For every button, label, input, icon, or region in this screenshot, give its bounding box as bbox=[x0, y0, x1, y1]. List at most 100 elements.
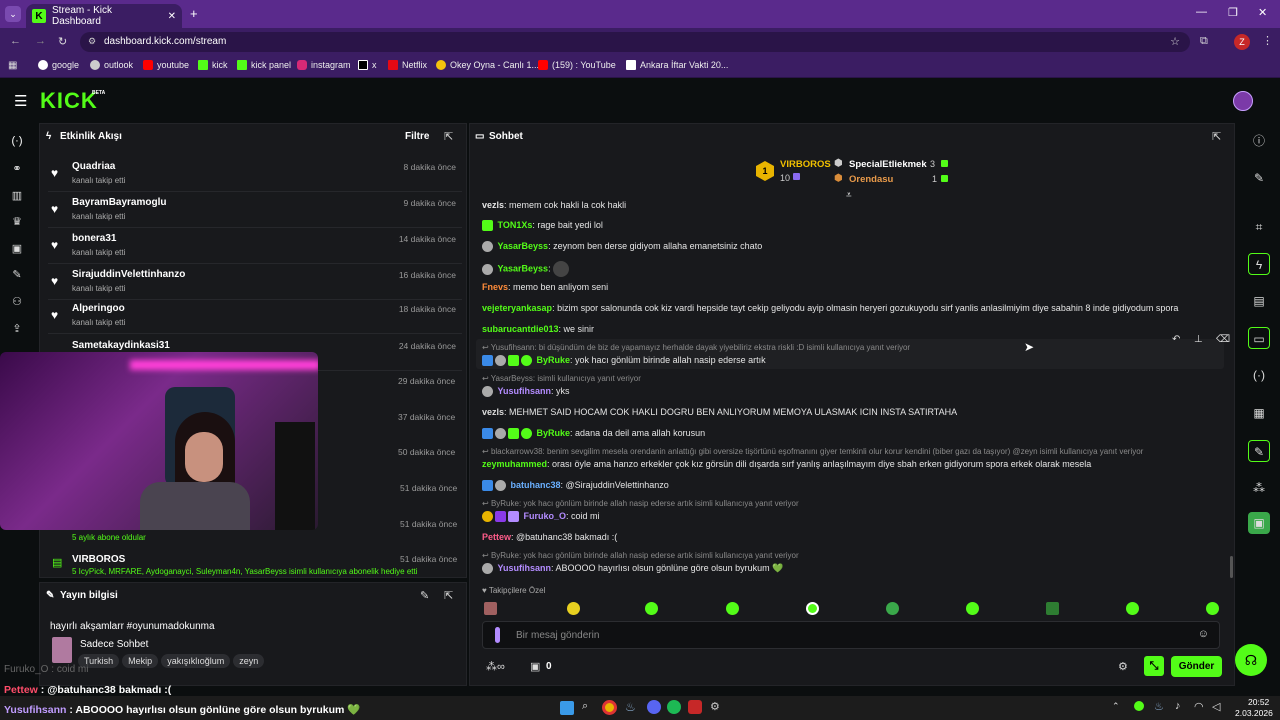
emote-icon[interactable] bbox=[1126, 602, 1139, 615]
analytics-icon[interactable]: ▥ bbox=[8, 189, 26, 207]
bookmark-okey[interactable]: Okey Oyna - Canlı 1... bbox=[436, 60, 539, 70]
tag[interactable]: zeyn bbox=[233, 654, 265, 668]
reply-context[interactable]: ↩ ByRuke: yok hacı gönlüm birinde allah … bbox=[482, 499, 799, 508]
user-avatar[interactable] bbox=[1233, 91, 1253, 111]
tray-app-icon[interactable]: ♨ bbox=[1154, 700, 1164, 713]
spotify-icon[interactable] bbox=[667, 700, 681, 714]
reply-context[interactable]: ↩ YasarBeyss: isimli kullanıcıya yanıt v… bbox=[482, 374, 641, 383]
kick-logo[interactable]: KICK bbox=[40, 88, 98, 114]
emote-icon[interactable] bbox=[1046, 602, 1059, 615]
reply-action-icon[interactable]: ↶ bbox=[1172, 334, 1180, 345]
reload-icon[interactable]: ↻ bbox=[58, 35, 67, 48]
forward-icon[interactable]: → bbox=[35, 35, 46, 47]
filter-button[interactable]: Filtre bbox=[405, 131, 429, 142]
layout-icon[interactable]: ▦ bbox=[1248, 402, 1270, 424]
game-icon[interactable]: ▣ bbox=[1248, 512, 1270, 534]
url-field[interactable]: ⚙ dashboard.kick.com/stream ☆ bbox=[80, 32, 1190, 52]
hamburger-menu-icon[interactable]: ☰ bbox=[14, 92, 27, 110]
back-icon[interactable]: ← bbox=[10, 35, 21, 47]
edit-icon[interactable]: ✎ bbox=[420, 589, 429, 602]
chat-scrollbar[interactable] bbox=[1230, 556, 1233, 578]
steam-icon[interactable]: ♨ bbox=[625, 700, 636, 714]
bookmark-netflix[interactable]: Netflix bbox=[388, 60, 427, 70]
screenshot-icon[interactable]: ⌗ bbox=[1248, 216, 1270, 238]
wrench-icon[interactable]: ✎ bbox=[8, 268, 26, 286]
chat-scroll-area[interactable] bbox=[476, 200, 1228, 580]
channel-points-icon[interactable]: ⁂∞ bbox=[486, 660, 505, 673]
browser-menu-icon[interactable]: ⋮ bbox=[1262, 34, 1273, 47]
search-icon[interactable]: ⌕ bbox=[582, 700, 588, 713]
delete-action-icon[interactable]: ⌫ bbox=[1216, 334, 1230, 345]
bookmark-youtube[interactable]: youtube bbox=[143, 60, 189, 70]
tab-search-button[interactable]: ⌄ bbox=[5, 6, 21, 22]
volume-icon[interactable]: ◁ bbox=[1212, 700, 1220, 713]
chat-emote-logo-icon[interactable]: ⤡ bbox=[1144, 656, 1164, 676]
pen-icon[interactable]: ✎ bbox=[1248, 167, 1270, 189]
emote-icon[interactable] bbox=[567, 602, 580, 615]
chrome-icon[interactable] bbox=[602, 700, 617, 715]
bookmark-star-icon[interactable]: ☆ bbox=[1170, 35, 1180, 48]
bookmark-kick[interactable]: kick bbox=[198, 60, 228, 70]
emote-icon[interactable] bbox=[645, 602, 658, 615]
close-window-icon[interactable]: ✕ bbox=[1258, 6, 1267, 19]
link-icon[interactable]: ⚭ bbox=[8, 162, 26, 180]
start-icon[interactable] bbox=[560, 701, 574, 715]
bookmark-youtube-159[interactable]: (159) : YouTube bbox=[538, 60, 616, 70]
emoji-picker-icon[interactable]: ☺ bbox=[1198, 628, 1209, 640]
reply-context[interactable]: ↩ blackarrowv38: benim sevgilim mesela o… bbox=[482, 447, 1222, 456]
profile-avatar[interactable]: Z bbox=[1234, 34, 1250, 50]
popout-icon[interactable]: ⇱ bbox=[1212, 130, 1221, 143]
restore-icon[interactable]: ❐ bbox=[1228, 6, 1238, 19]
category-name[interactable]: Sadece Sohbet bbox=[80, 639, 148, 650]
emote-icon[interactable] bbox=[1206, 602, 1219, 615]
upload-icon[interactable]: ⇪ bbox=[8, 322, 26, 340]
chat-input[interactable]: Bir mesaj gönderin ☺ bbox=[482, 621, 1220, 649]
microphone-icon[interactable]: ♪ bbox=[1175, 700, 1181, 712]
bookmark-ankara[interactable]: Ankara İftar Vakti 20... bbox=[626, 60, 728, 70]
steam-app-icon[interactable]: ⚙ bbox=[710, 700, 720, 713]
apps-grid-icon[interactable]: ▦ bbox=[8, 60, 17, 71]
send-button[interactable]: Gönder bbox=[1171, 656, 1222, 677]
tray-app-icon[interactable] bbox=[1134, 701, 1144, 711]
help-button[interactable]: ☊ bbox=[1235, 644, 1267, 676]
bookmark-outlook[interactable]: outlook bbox=[90, 60, 133, 70]
emote-icon[interactable] bbox=[806, 602, 819, 615]
site-info-icon[interactable]: ⚙ bbox=[88, 36, 96, 47]
browser-tab[interactable]: K Stream - Kick Dashboard ✕ bbox=[26, 4, 182, 28]
video-icon[interactable]: ▣ bbox=[8, 242, 26, 260]
media-icon[interactable] bbox=[688, 700, 702, 714]
dots-icon[interactable]: ⁂ bbox=[1248, 477, 1270, 499]
document-icon[interactable]: ▤ bbox=[1248, 290, 1270, 312]
store-icon[interactable]: ▣ bbox=[530, 660, 540, 673]
discord-icon[interactable] bbox=[647, 700, 661, 714]
bookmark-google[interactable]: google bbox=[38, 60, 79, 70]
wifi-icon[interactable]: ◠ bbox=[1194, 700, 1204, 713]
close-tab-icon[interactable]: ✕ bbox=[168, 11, 176, 22]
bookmark-x[interactable]: x bbox=[358, 60, 377, 70]
bolt-icon[interactable]: ϟ bbox=[1248, 253, 1270, 275]
tray-chevron-icon[interactable]: ⌃ bbox=[1112, 701, 1120, 712]
tag[interactable]: Mekip bbox=[122, 654, 159, 668]
popout-icon[interactable]: ⇱ bbox=[444, 589, 453, 602]
trophy-icon[interactable]: ♛ bbox=[8, 215, 26, 233]
emote-icon[interactable] bbox=[886, 602, 899, 615]
broadcast-icon[interactable]: (·) bbox=[1248, 364, 1270, 386]
chat-settings-icon[interactable]: ⚙ bbox=[1118, 660, 1128, 673]
wrench-icon[interactable]: ✎ bbox=[1248, 440, 1270, 462]
bookmark-kick-panel[interactable]: kick panel bbox=[237, 60, 291, 70]
popout-icon[interactable]: ⇱ bbox=[444, 130, 453, 143]
reply-context[interactable]: ↩ ByRuke: yok hacı gönlüm birinde allah … bbox=[482, 551, 799, 560]
pin-action-icon[interactable]: ⊥ bbox=[1194, 334, 1203, 345]
bookmark-instagram[interactable]: instagram bbox=[297, 60, 351, 70]
info-icon[interactable]: ⓘ bbox=[1248, 130, 1270, 152]
extensions-icon[interactable]: ⧉ bbox=[1200, 35, 1208, 48]
emote-icon[interactable] bbox=[966, 602, 979, 615]
chat-icon[interactable]: ▭ bbox=[1248, 327, 1270, 349]
reply-context[interactable]: ↩ Yusufihsann: bi düşündüm de biz de yap… bbox=[482, 343, 910, 352]
community-icon[interactable]: ⚇ bbox=[8, 295, 26, 313]
emote-icon[interactable] bbox=[484, 602, 497, 615]
tag[interactable]: yakışıklıoğlum bbox=[161, 654, 231, 668]
stream-icon[interactable]: (·) bbox=[8, 135, 26, 153]
emote-icon[interactable] bbox=[726, 602, 739, 615]
minimize-icon[interactable]: — bbox=[1196, 6, 1207, 18]
